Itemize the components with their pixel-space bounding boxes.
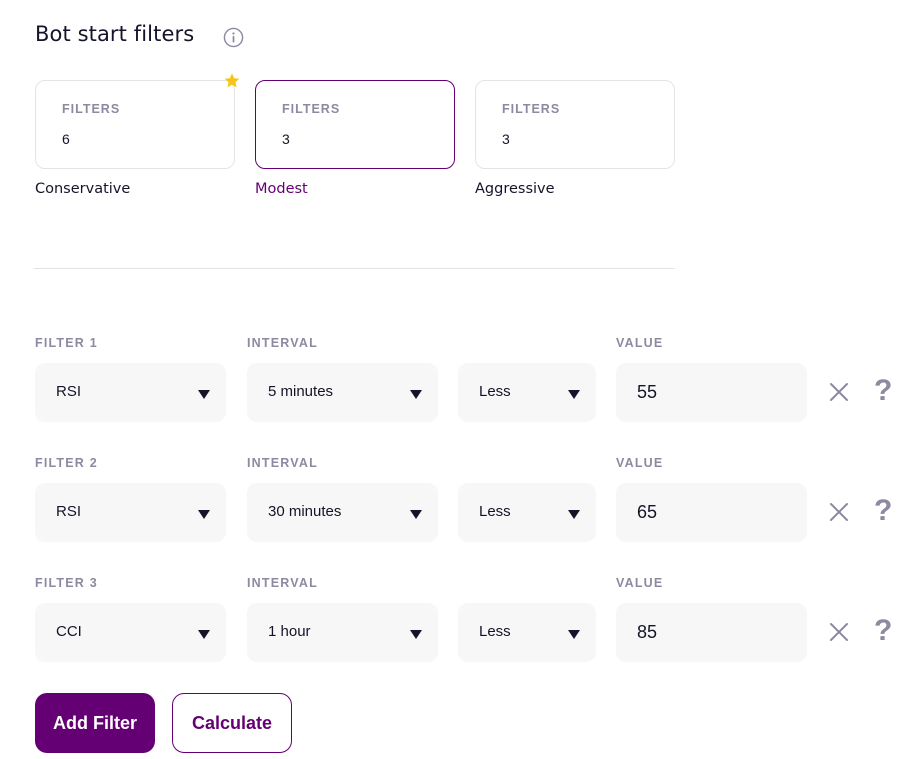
dropdown-arrow-icon [410, 510, 422, 519]
preset-filters-count: 3 [502, 131, 510, 147]
indicator-select-value: CCI [56, 623, 82, 640]
preset-filters-count: 6 [62, 131, 70, 147]
dropdown-arrow-icon [198, 630, 210, 639]
preset-card-aggressive[interactable]: FILTERS 3 [475, 80, 675, 169]
preset-filters-label: FILTERS [282, 102, 341, 116]
star-icon [224, 73, 240, 88]
value-input[interactable] [616, 603, 807, 662]
dropdown-arrow-icon [198, 510, 210, 519]
dropdown-arrow-icon [198, 390, 210, 399]
comparison-select[interactable]: Less [458, 363, 596, 422]
value-input[interactable] [616, 483, 807, 542]
filter-label: FILTER 1 [35, 336, 98, 350]
interval-select-value: 30 minutes [268, 503, 342, 520]
add-filter-button[interactable]: Add Filter [35, 693, 155, 753]
interval-label: INTERVAL [247, 336, 318, 350]
preset-filters-count: 3 [282, 131, 290, 147]
preset-name-modest[interactable]: Modest [255, 181, 308, 197]
value-label: VALUE [616, 336, 664, 350]
preset-name-conservative[interactable]: Conservative [35, 181, 130, 197]
comparison-select[interactable]: Less [458, 483, 596, 542]
help-icon[interactable]: ? [874, 494, 892, 528]
dropdown-arrow-icon [568, 510, 580, 519]
dropdown-arrow-icon [568, 630, 580, 639]
interval-select-value: 5 minutes [268, 383, 334, 400]
comparison-select-value: Less [479, 383, 511, 400]
preset-name-aggressive[interactable]: Aggressive [475, 181, 555, 197]
help-icon[interactable]: ? [874, 614, 892, 648]
interval-select-value: 1 hour [268, 623, 311, 640]
divider [34, 268, 675, 269]
remove-filter-icon[interactable] [829, 502, 849, 522]
comparison-select-value: Less [479, 623, 511, 640]
comparison-select-value: Less [479, 503, 511, 520]
value-input[interactable] [616, 363, 807, 422]
preset-card-modest[interactable]: FILTERS 3 [255, 80, 455, 169]
dropdown-arrow-icon [410, 390, 422, 399]
dropdown-arrow-icon [568, 390, 580, 399]
filter-label: FILTER 2 [35, 456, 98, 470]
page-title: Bot start filters [35, 22, 195, 46]
value-label: VALUE [616, 576, 664, 590]
remove-filter-icon[interactable] [829, 382, 849, 402]
preset-filters-label: FILTERS [62, 102, 121, 116]
indicator-select[interactable]: RSI [35, 483, 226, 542]
filter-label: FILTER 3 [35, 576, 98, 590]
comparison-select[interactable]: Less [458, 603, 596, 662]
preset-card-conservative[interactable]: FILTERS 6 [35, 80, 235, 169]
interval-select[interactable]: 30 minutes [247, 483, 438, 542]
interval-label: INTERVAL [247, 576, 318, 590]
help-icon[interactable]: ? [874, 374, 892, 408]
info-icon[interactable] [223, 27, 244, 48]
interval-select[interactable]: 1 hour [247, 603, 438, 662]
dropdown-arrow-icon [410, 630, 422, 639]
indicator-select-value: RSI [56, 503, 82, 520]
indicator-select[interactable]: CCI [35, 603, 226, 662]
interval-label: INTERVAL [247, 456, 318, 470]
remove-filter-icon[interactable] [829, 622, 849, 642]
indicator-select-value: RSI [56, 383, 82, 400]
preset-filters-label: FILTERS [502, 102, 561, 116]
value-label: VALUE [616, 456, 664, 470]
indicator-select[interactable]: RSI [35, 363, 226, 422]
interval-select[interactable]: 5 minutes [247, 363, 438, 422]
calculate-button[interactable]: Calculate [172, 693, 292, 753]
